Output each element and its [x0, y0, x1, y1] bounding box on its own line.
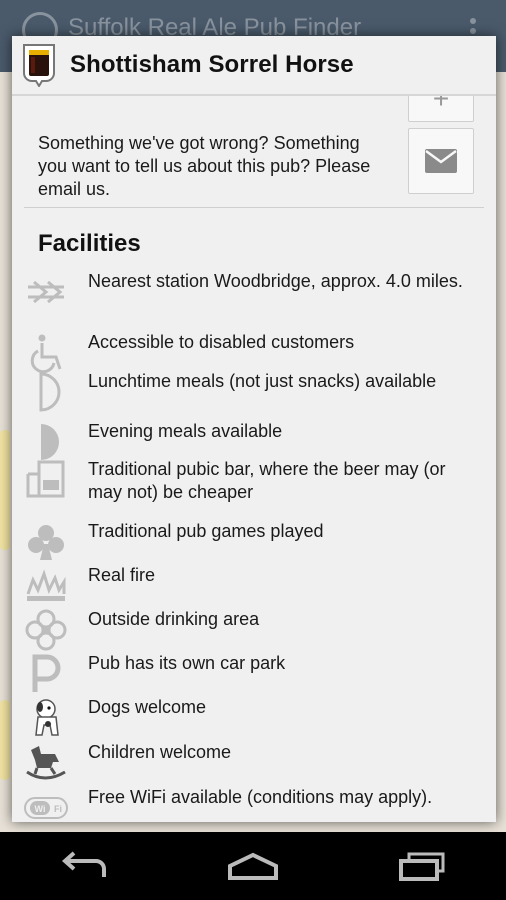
- facility-item: Children welcome: [24, 741, 484, 785]
- facility-item: Accessible to disabled customers: [24, 331, 484, 375]
- header-divider: [12, 94, 496, 96]
- home-button[interactable]: [223, 846, 283, 886]
- facility-item: Pub has its own car park: [24, 652, 484, 696]
- half-moon-outline-icon: [24, 370, 68, 414]
- section-divider: [24, 207, 484, 208]
- facility-item: Wi Fi Free WiFi available (conditions ma…: [24, 786, 484, 822]
- feedback-text: Something we've got wrong? Something you…: [38, 133, 371, 199]
- svg-text:Fi: Fi: [54, 804, 62, 814]
- facility-label: Real fire: [88, 565, 156, 585]
- facility-label: Children welcome: [88, 742, 232, 762]
- public-bar-icon: [24, 458, 68, 502]
- navigation-bar: [0, 832, 506, 900]
- facility-label: Free WiFi available (conditions may appl…: [88, 787, 433, 807]
- facility-label: Lunchtime meals (not just snacks) availa…: [88, 371, 437, 391]
- wheelchair-icon: [24, 331, 68, 375]
- facility-item: Lunchtime meals (not just snacks) availa…: [24, 370, 484, 414]
- map-road: [0, 430, 10, 550]
- recent-apps-button[interactable]: [392, 846, 452, 886]
- facility-item: Nearest station Woodbridge, approx. 4.0 …: [24, 270, 484, 314]
- facility-label: Accessible to disabled customers: [88, 332, 355, 352]
- dog-icon: [24, 696, 68, 740]
- facility-label: Traditional pubic bar, where the beer ma…: [88, 459, 446, 502]
- dialog-content: + Something we've got wrong? Something y…: [12, 36, 496, 822]
- rocking-horse-icon: [24, 741, 68, 785]
- back-button[interactable]: [54, 846, 114, 886]
- facility-label: Evening meals available: [88, 421, 283, 441]
- home-icon: [227, 852, 278, 880]
- train-icon: [24, 270, 68, 314]
- facility-item: Dogs welcome: [24, 696, 484, 740]
- recent-apps-icon: [398, 852, 445, 881]
- dialog-header: Shottisham Sorrel Horse: [12, 36, 496, 94]
- svg-text:Wi: Wi: [35, 804, 46, 814]
- pub-name-title: Shottisham Sorrel Horse: [70, 51, 354, 78]
- facility-item: Traditional pub games played: [24, 520, 484, 564]
- map-road: [0, 700, 10, 780]
- email-icon: [425, 149, 457, 173]
- email-button[interactable]: [408, 128, 474, 194]
- club-icon: [24, 520, 68, 564]
- facility-label: Dogs welcome: [88, 697, 207, 717]
- facility-item: Outside drinking area: [24, 608, 484, 652]
- facility-label: Outside drinking area: [88, 609, 260, 629]
- facility-label: Nearest station Woodbridge, approx. 4.0 …: [88, 271, 463, 291]
- facility-label: Pub has its own car park: [88, 653, 286, 673]
- wifi-icon: Wi Fi: [24, 786, 68, 822]
- flower-icon: [24, 608, 68, 652]
- pub-details-dialog: + Something we've got wrong? Something y…: [12, 36, 496, 822]
- facility-item: Traditional pubic bar, where the beer ma…: [24, 458, 484, 504]
- fire-icon: [24, 564, 68, 608]
- parking-icon: [24, 652, 68, 696]
- facility-item: Real fire: [24, 564, 484, 608]
- facilities-heading: Facilities: [38, 230, 141, 257]
- back-icon: [62, 851, 107, 877]
- facility-label: Traditional pub games played: [88, 521, 324, 541]
- beer-glass-icon: [23, 44, 55, 87]
